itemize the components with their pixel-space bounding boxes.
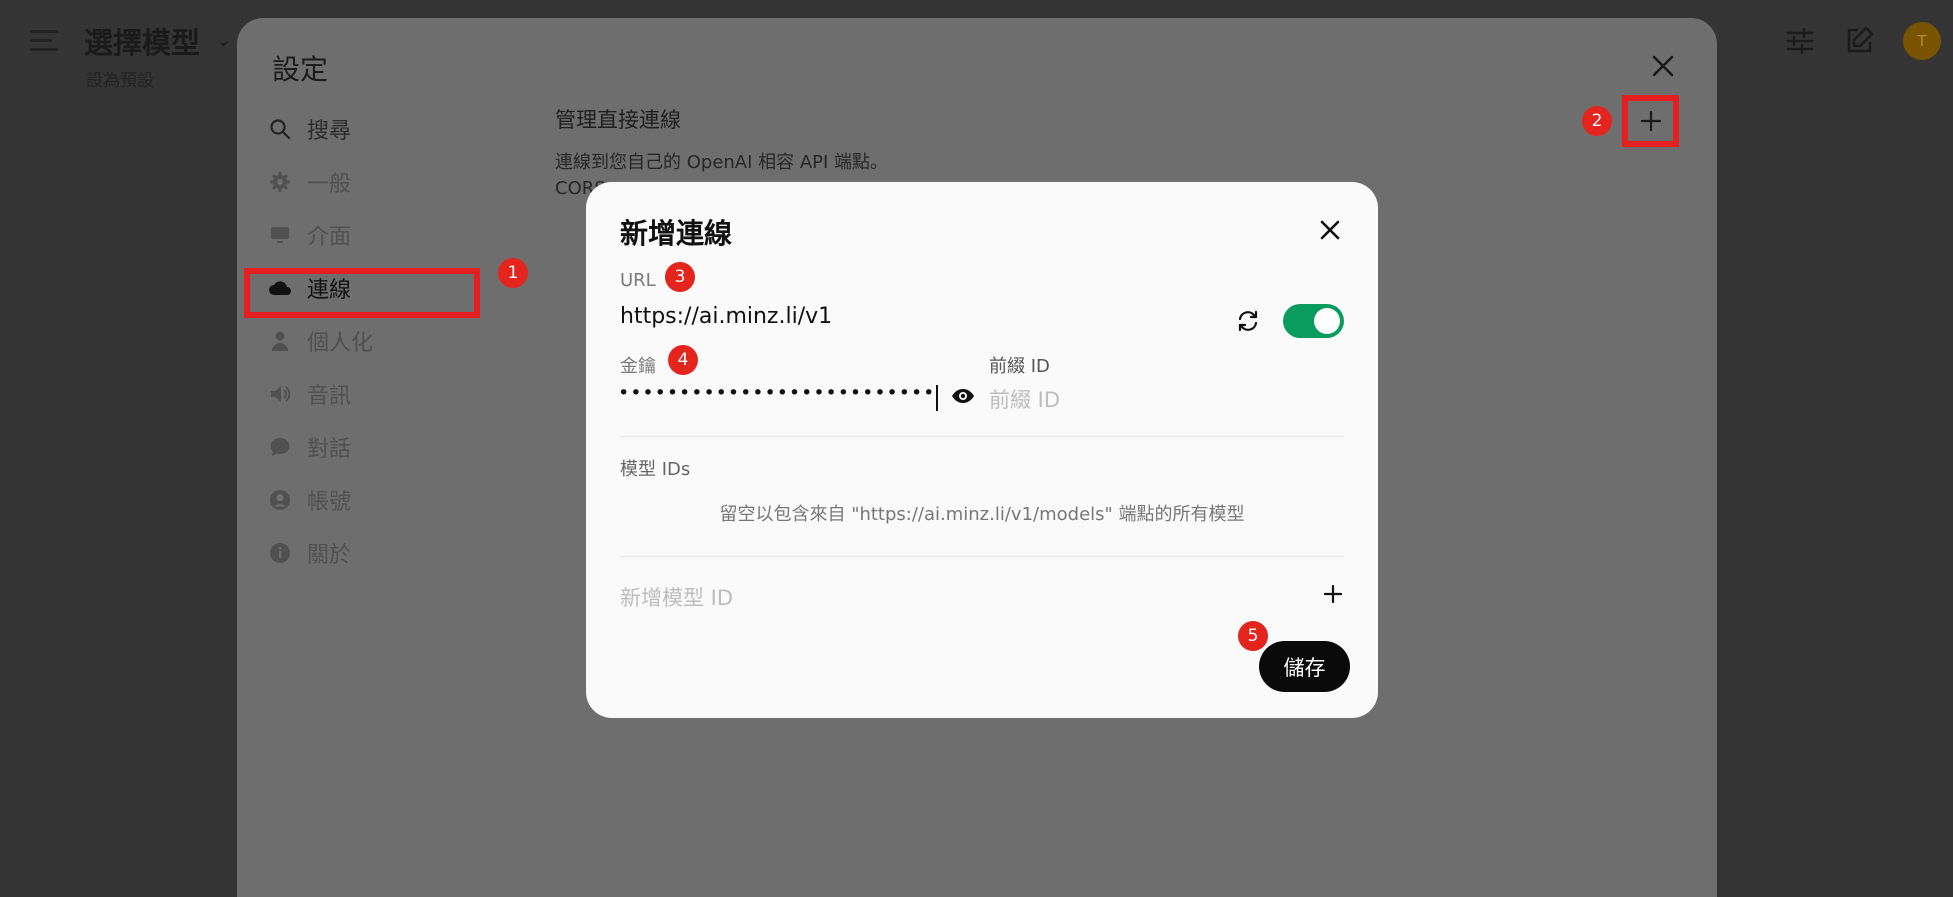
model-selector-title[interactable]: 選擇模型 bbox=[84, 20, 200, 62]
model-ids-label: 模型 IDs bbox=[620, 459, 691, 480]
search-label: 搜尋 bbox=[307, 118, 352, 144]
nav-item-personalization[interactable]: 個人化 bbox=[267, 314, 627, 367]
nav-item-about[interactable]: 關於 bbox=[267, 526, 627, 579]
url-label: URL bbox=[620, 270, 656, 291]
plus-icon[interactable] bbox=[1323, 584, 1343, 604]
chat-icon bbox=[267, 434, 293, 460]
step-marker-1: 1 bbox=[498, 258, 528, 288]
info-icon bbox=[267, 540, 293, 566]
monitor-icon bbox=[267, 222, 293, 248]
add-connection-button[interactable] bbox=[1622, 95, 1679, 147]
key-input[interactable]: •••••••••••••••••••••••••• bbox=[618, 382, 938, 404]
chevron-down-icon[interactable]: ⌄ bbox=[216, 30, 231, 51]
close-icon[interactable] bbox=[1649, 52, 1677, 80]
prefix-id-input[interactable]: 前綴 ID bbox=[989, 384, 1060, 414]
text-cursor bbox=[936, 385, 938, 411]
eye-icon[interactable] bbox=[951, 388, 975, 404]
section-desc-line: 連線到您自己的 OpenAI 相容 API 端點。 bbox=[555, 152, 889, 173]
plus-icon bbox=[1640, 110, 1661, 132]
section-title: 管理直接連線 bbox=[555, 108, 681, 132]
speaker-icon bbox=[267, 381, 293, 407]
set-default-link[interactable]: 設為預設 bbox=[86, 66, 154, 91]
divider bbox=[620, 556, 1344, 557]
step-marker-2: 2 bbox=[1582, 106, 1612, 136]
close-icon[interactable] bbox=[1318, 218, 1342, 242]
connection-enabled-toggle[interactable] bbox=[1283, 304, 1344, 338]
nav-item-label: 個人化 bbox=[307, 330, 374, 356]
step-marker-5: 5 bbox=[1238, 621, 1268, 651]
divider bbox=[620, 436, 1344, 437]
key-label: 金鑰 bbox=[620, 356, 656, 377]
nav-item-interface[interactable]: 介面 bbox=[267, 208, 627, 261]
nav-item-label: 一般 bbox=[307, 171, 352, 197]
add-model-id-input[interactable]: 新增模型 ID bbox=[620, 582, 733, 612]
search-icon bbox=[267, 116, 293, 142]
avatar[interactable]: T bbox=[1903, 22, 1941, 60]
nav-item-label: 介面 bbox=[307, 224, 352, 250]
user-circle-icon bbox=[267, 487, 293, 513]
connections-highlight-box bbox=[244, 268, 480, 318]
dialog-title: 新增連線 bbox=[620, 217, 733, 250]
menu-icon[interactable] bbox=[30, 30, 58, 52]
step-marker-4: 4 bbox=[668, 345, 698, 375]
refresh-icon[interactable] bbox=[1235, 308, 1261, 334]
prefix-id-label: 前綴 ID bbox=[989, 356, 1050, 377]
nav-item-account[interactable]: 帳號 bbox=[267, 473, 627, 526]
nav-item-label: 音訊 bbox=[307, 383, 352, 409]
url-input[interactable]: https://ai.minz.li/v1 bbox=[620, 304, 832, 329]
sliders-icon[interactable] bbox=[1783, 24, 1817, 58]
edit-icon[interactable] bbox=[1842, 24, 1876, 58]
model-ids-hint: 留空以包含來自 "https://ai.minz.li/v1/models" 端… bbox=[719, 504, 1245, 525]
gear-icon bbox=[267, 169, 293, 195]
add-connection-dialog: 新增連線 URL 3 https://ai.minz.li/v1 金鑰 4 ••… bbox=[586, 182, 1378, 718]
nav-item-chats[interactable]: 對話 bbox=[267, 420, 627, 473]
settings-title: 設定 bbox=[272, 53, 329, 86]
nav-item-label: 對話 bbox=[307, 436, 352, 462]
person-icon bbox=[267, 328, 293, 354]
step-marker-3: 3 bbox=[665, 262, 695, 292]
nav-item-label: 帳號 bbox=[307, 489, 352, 515]
save-button[interactable]: 儲存 bbox=[1259, 641, 1350, 692]
nav-item-label: 關於 bbox=[307, 542, 352, 568]
nav-item-audio[interactable]: 音訊 bbox=[267, 367, 627, 420]
